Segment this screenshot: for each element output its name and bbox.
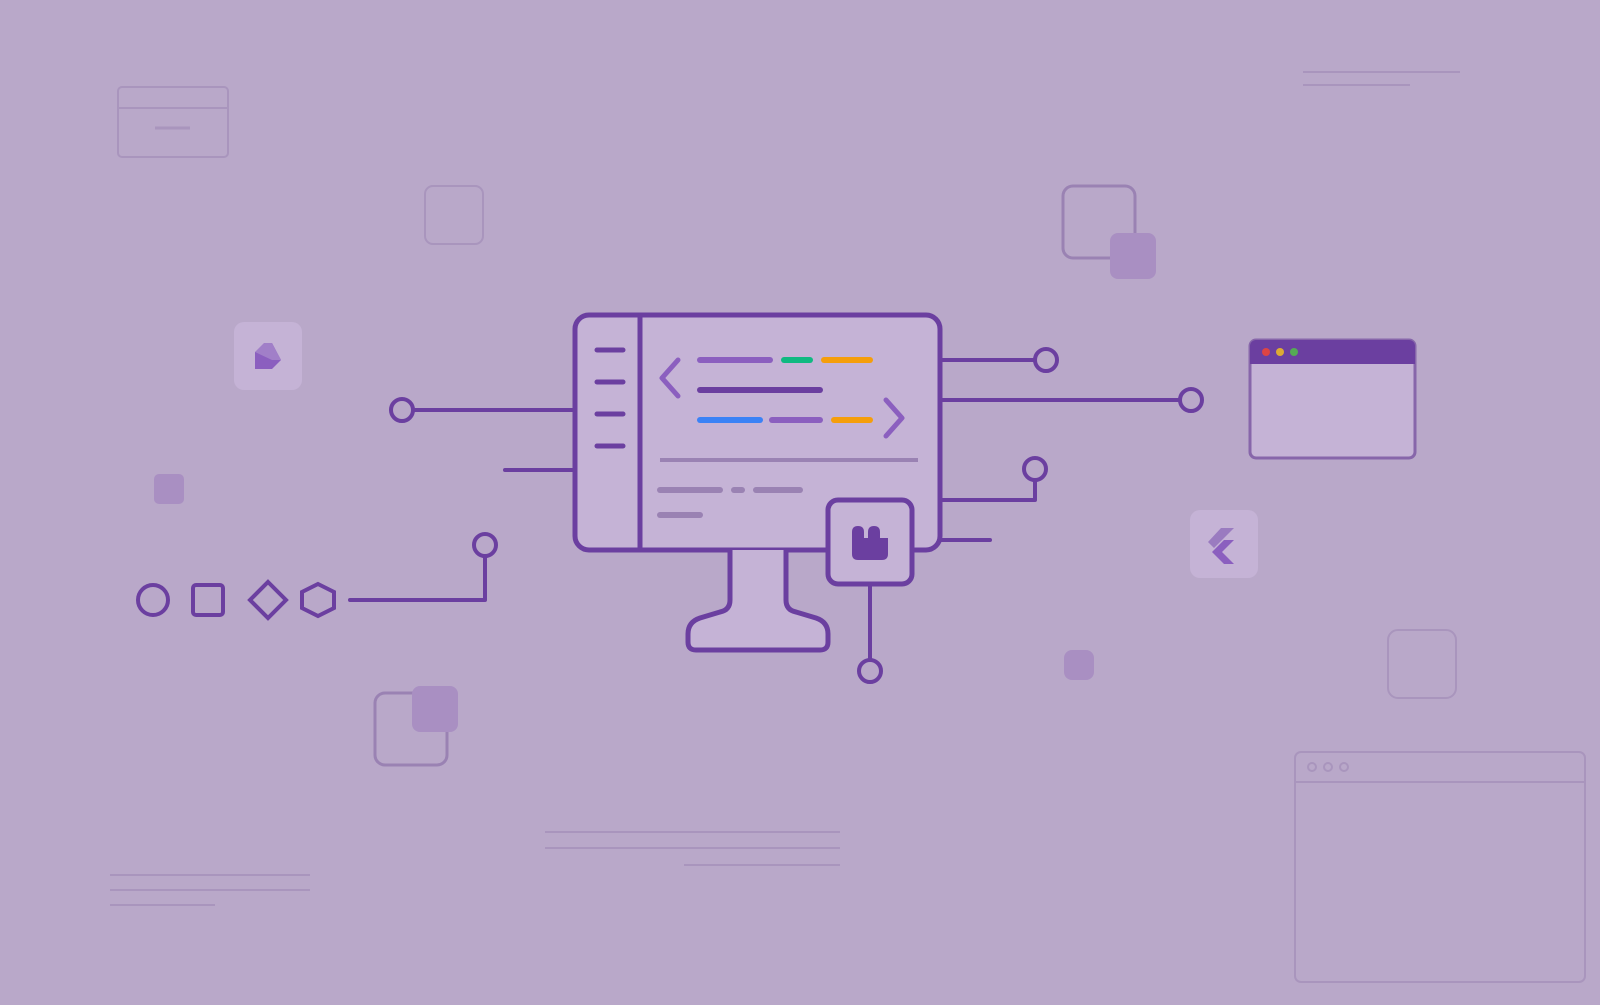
developer-illustration bbox=[0, 0, 1600, 1000]
traffic-light-red-icon bbox=[1262, 348, 1270, 356]
diamond-shape-icon bbox=[250, 582, 286, 618]
browser-window-icon bbox=[1250, 340, 1415, 458]
illustration-svg bbox=[0, 0, 1600, 1000]
shape-row bbox=[138, 582, 334, 618]
dart-logo-icon bbox=[234, 322, 302, 390]
square-shape-icon bbox=[193, 585, 223, 615]
monitor-icon bbox=[575, 315, 940, 650]
flutter-logo-icon bbox=[1190, 510, 1258, 578]
plugin-card bbox=[828, 500, 912, 584]
circle-shape-icon bbox=[138, 585, 168, 615]
hexagon-shape-icon bbox=[302, 584, 334, 616]
traffic-light-green-icon bbox=[1290, 348, 1298, 356]
traffic-light-yellow-icon bbox=[1276, 348, 1284, 356]
